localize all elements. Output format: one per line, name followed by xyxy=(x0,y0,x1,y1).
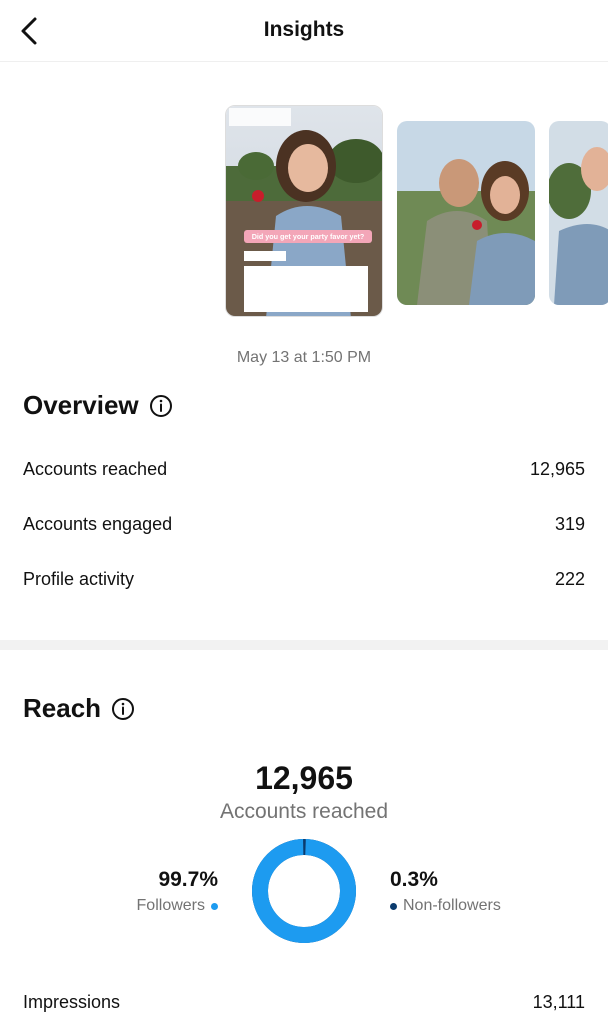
reach-total: 12,965 xyxy=(255,760,353,796)
donut-followers-arc xyxy=(252,839,356,943)
nonfollowers-percent: 0.3% xyxy=(390,868,438,891)
metric-label: Profile activity xyxy=(23,569,135,589)
followers-label: Followers xyxy=(136,897,205,914)
story-sticker-text: Did you get your party favor yet? xyxy=(252,232,365,241)
metric-row-impressions[interactable]: Impressions 13,111 xyxy=(23,992,585,1013)
followers-legend: 99.7% Followers xyxy=(137,868,218,915)
metric-label: Impressions xyxy=(23,992,121,1012)
metric-value: 13,111 xyxy=(532,992,585,1012)
story-carousel[interactable]: Did you get your party favor yet? xyxy=(0,105,608,320)
section-divider xyxy=(0,640,608,650)
story-photo: Did you get your party favor yet? xyxy=(226,106,382,316)
overview-title: Overview xyxy=(23,390,139,420)
metric-value: 12,965 xyxy=(529,459,585,479)
metric-value: 319 xyxy=(554,514,585,534)
metric-label: Accounts reached xyxy=(23,459,168,479)
story-thumbnail-selected[interactable]: Did you get your party favor yet? xyxy=(225,105,383,317)
info-icon[interactable] xyxy=(149,394,173,418)
overview-heading: Overview xyxy=(23,390,173,421)
metric-row-accounts-engaged[interactable]: Accounts engaged 319 xyxy=(23,514,585,535)
metric-row-accounts-reached[interactable]: Accounts reached 12,965 xyxy=(23,459,585,480)
info-icon[interactable] xyxy=(111,697,135,721)
metric-row-profile-activity[interactable]: Profile activity 222 xyxy=(23,569,585,590)
story-photo xyxy=(549,121,608,305)
reach-total-label: Accounts reached xyxy=(219,800,389,823)
reach-donut-chart xyxy=(252,839,356,943)
reach-title: Reach xyxy=(23,693,102,723)
followers-percent: 99.7% xyxy=(158,868,218,891)
top-bar: Insights xyxy=(0,0,608,62)
reach-heading: Reach xyxy=(23,693,135,724)
story-thumbnail[interactable] xyxy=(549,121,608,305)
page-title: Insights xyxy=(263,18,345,41)
followers-dot xyxy=(211,902,218,910)
nonfollowers-legend: 0.3% Non-followers xyxy=(390,868,501,915)
nonfollowers-label: Non-followers xyxy=(403,897,501,914)
story-photo xyxy=(397,121,535,305)
nonfollowers-dot xyxy=(390,902,397,910)
story-posted-time: May 13 at 1:50 PM xyxy=(236,349,372,366)
story-thumbnail[interactable] xyxy=(397,121,535,305)
metric-value: 222 xyxy=(554,569,585,589)
metric-label: Accounts engaged xyxy=(23,514,173,534)
